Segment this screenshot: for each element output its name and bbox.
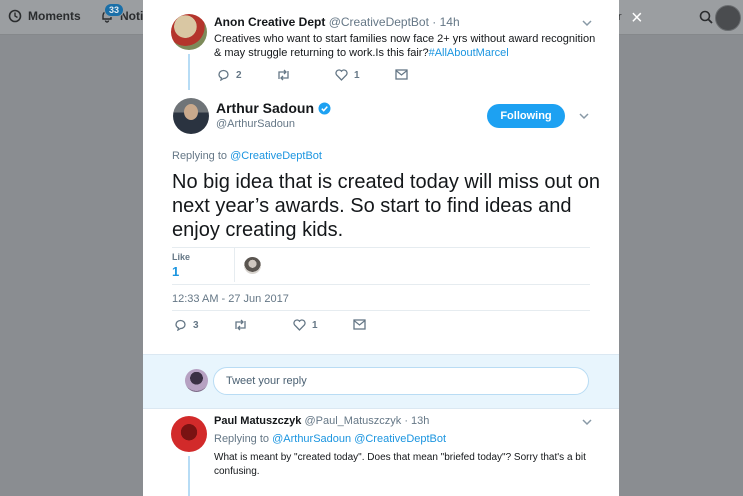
parent-tweet[interactable]: Anon Creative Dept @CreativeDeptBot · 14…	[143, 0, 619, 90]
likes-count[interactable]: 1	[172, 264, 179, 279]
search-icon[interactable]	[699, 10, 713, 24]
chevron-down-icon[interactable]	[579, 112, 589, 120]
replying-to: Replying to @CreativeDeptBot	[172, 150, 322, 162]
envelope-icon	[395, 69, 408, 80]
divider	[172, 310, 590, 311]
separator-dot: ·	[432, 15, 437, 29]
following-button[interactable]: Following	[487, 104, 565, 128]
reply-button[interactable]: 2	[217, 69, 242, 81]
tweet-body: Creatives who want to start families now…	[214, 33, 596, 59]
avatar[interactable]	[171, 14, 207, 50]
author-handle[interactable]: @CreativeDeptBot	[329, 15, 429, 29]
stats-separator	[234, 248, 235, 282]
reply-tweet-text: What is meant by "created today". Does t…	[214, 452, 586, 477]
reply-button[interactable]: 3	[174, 319, 199, 331]
verified-badge-icon	[318, 102, 331, 114]
thread-connector	[188, 54, 190, 90]
avatar[interactable]	[171, 416, 207, 452]
retweet-icon	[235, 319, 246, 331]
author-name[interactable]: Anon Creative Dept	[214, 15, 325, 29]
author-handle[interactable]: @Paul_Matuszczyk	[304, 415, 401, 427]
liker-avatar[interactable]	[244, 257, 261, 274]
like-button[interactable]: 1	[293, 319, 318, 331]
likes-label: Like	[172, 252, 191, 262]
reply-composer	[143, 354, 619, 409]
reply-count: 3	[193, 319, 199, 331]
reply-tweet-header: Paul Matuszczyk @Paul_Matuszczyk · 13h	[214, 415, 429, 427]
nav-moments-label: Moments	[28, 9, 81, 23]
replying-to: Replying to @ArthurSadoun @CreativeDeptB…	[214, 433, 446, 445]
chevron-down-icon[interactable]	[582, 19, 592, 27]
moments-icon	[8, 9, 22, 23]
replying-to-handle[interactable]: @CreativeDeptBot	[230, 150, 322, 162]
retweet-button[interactable]	[233, 319, 248, 331]
tweet-modal: Anon Creative Dept @CreativeDeptBot · 14…	[143, 0, 619, 496]
replying-to-handles[interactable]: @ArthurSadoun @CreativeDeptBot	[272, 433, 446, 445]
close-icon[interactable]: ×	[631, 8, 643, 28]
replying-to-prefix: Replying to	[172, 150, 231, 162]
reply-count: 2	[236, 69, 242, 81]
envelope-icon	[353, 319, 366, 330]
like-count: 1	[354, 69, 360, 81]
divider	[172, 284, 590, 285]
retweet-icon	[278, 69, 289, 81]
reply-icon	[175, 319, 186, 331]
nav-moments[interactable]: Moments	[8, 9, 81, 23]
main-author-name[interactable]: Arthur Sadoun	[216, 100, 331, 116]
retweet-button[interactable]	[276, 69, 297, 81]
direct-message-button[interactable]	[395, 69, 408, 80]
direct-message-button[interactable]	[353, 319, 366, 330]
separator-dot: ·	[404, 415, 408, 427]
notifications-badge: 33	[104, 3, 125, 17]
like-button[interactable]: 1	[335, 69, 360, 81]
heart-icon	[293, 319, 306, 331]
main-tweet-text: No big idea that is created today will m…	[172, 171, 600, 241]
author-handle[interactable]: @ArthurSadoun	[216, 118, 295, 130]
avatar	[185, 369, 208, 392]
avatar[interactable]	[173, 98, 209, 134]
hashtag-link[interactable]: #AllAboutMarcel	[429, 47, 509, 59]
author-name: Arthur Sadoun	[216, 100, 314, 116]
reply-icon	[218, 69, 229, 81]
reply-input[interactable]	[213, 367, 589, 395]
thread-connector	[188, 456, 190, 496]
tweet-time[interactable]: 14h	[440, 15, 460, 29]
parent-tweet-text: Creatives who want to start families now…	[214, 32, 604, 60]
like-count: 1	[312, 319, 318, 331]
heart-icon	[335, 69, 348, 81]
tweet-time[interactable]: 13h	[411, 415, 429, 427]
parent-tweet-header: Anon Creative Dept @CreativeDeptBot · 14…	[214, 15, 460, 29]
chevron-down-icon[interactable]	[582, 418, 592, 426]
account-avatar[interactable]	[715, 5, 741, 31]
author-name[interactable]: Paul Matuszczyk	[214, 415, 301, 427]
replying-to-prefix: Replying to	[214, 433, 273, 445]
tweet-timestamp: 12:33 AM - 27 Jun 2017	[172, 293, 289, 305]
